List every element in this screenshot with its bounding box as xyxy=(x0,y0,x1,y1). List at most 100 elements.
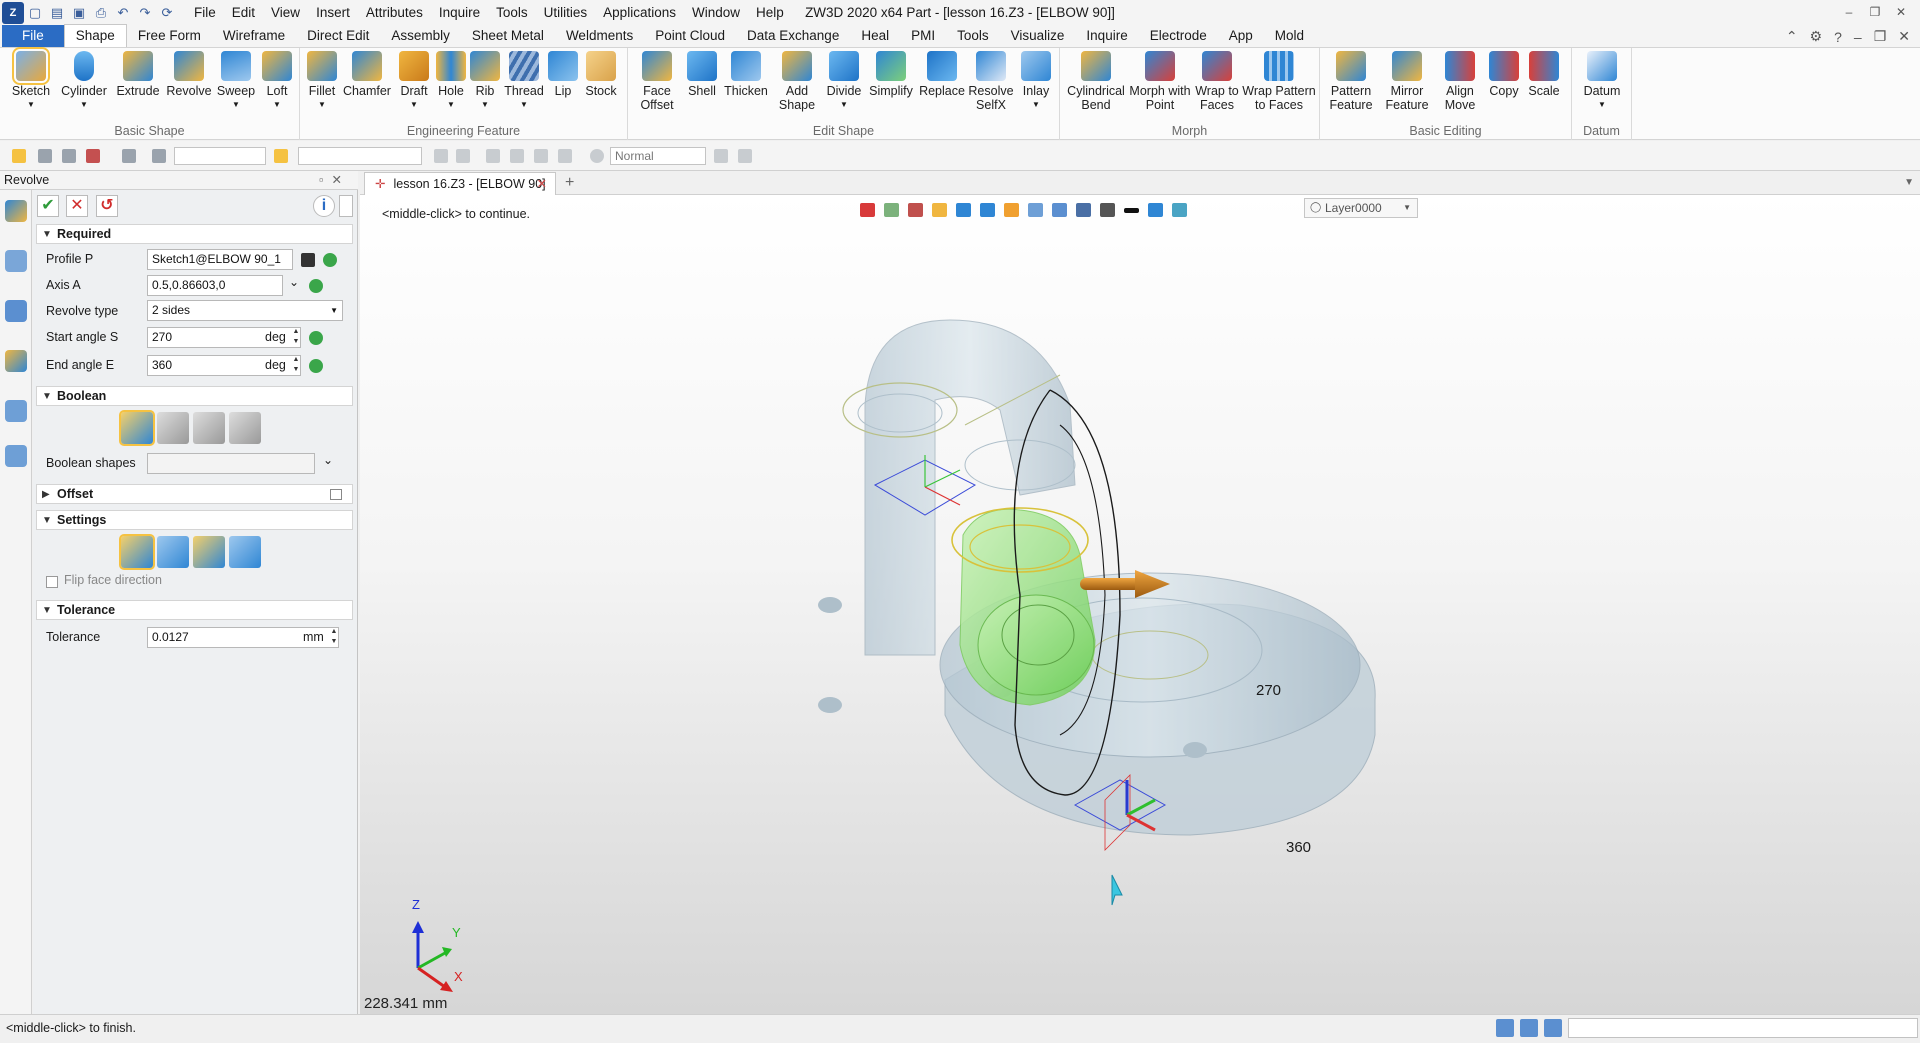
profile-sketch-icon[interactable] xyxy=(301,253,315,267)
revolve-type-select[interactable]: 2 sides ▼ xyxy=(147,300,343,321)
tab-app[interactable]: App xyxy=(1218,25,1264,47)
menu-file[interactable]: File xyxy=(186,0,224,25)
tab-point-cloud[interactable]: Point Cloud xyxy=(644,25,736,47)
help-icon[interactable]: ? xyxy=(1834,29,1842,45)
ok-button[interactable]: ✔ xyxy=(37,195,59,217)
apply-button[interactable]: ↺ xyxy=(96,195,118,217)
filter-combo[interactable] xyxy=(174,147,266,165)
menu-tools[interactable]: Tools xyxy=(488,0,536,25)
doc-close-icon[interactable]: ✕ xyxy=(537,173,547,195)
morph-with-point-button[interactable]: Morph with Point xyxy=(1128,51,1192,112)
tab-visualize[interactable]: Visualize xyxy=(1000,25,1076,47)
tab-heal[interactable]: Heal xyxy=(850,25,900,47)
align-center-icon[interactable] xyxy=(510,149,524,163)
profile-pick-icon[interactable] xyxy=(323,253,337,267)
new-icon[interactable]: ▢ xyxy=(24,3,46,23)
view-manager-icon[interactable] xyxy=(5,400,27,422)
draft-button[interactable]: Draft ▼ xyxy=(396,51,432,112)
filter-box-icon[interactable] xyxy=(86,149,100,163)
tab-sheet-metal[interactable]: Sheet Metal xyxy=(461,25,555,47)
collapse-ribbon-icon[interactable]: ⌃ xyxy=(1786,28,1798,45)
clock-icon[interactable] xyxy=(590,149,604,163)
settings-small-icon[interactable] xyxy=(738,149,752,163)
inlay-button[interactable]: Inlay ▼ xyxy=(1018,51,1054,112)
section-tolerance[interactable]: ▼ Tolerance xyxy=(36,600,353,620)
tab-electrode[interactable]: Electrode xyxy=(1139,25,1218,47)
boolean-remove-icon[interactable] xyxy=(193,412,225,444)
cursor-option-icon[interactable] xyxy=(714,149,728,163)
section-settings[interactable]: ▼ Settings xyxy=(36,510,353,530)
chamfer-button[interactable]: Chamfer xyxy=(342,51,392,98)
tab-free-form[interactable]: Free Form xyxy=(127,25,212,47)
tab-direct-edit[interactable]: Direct Edit xyxy=(296,25,380,47)
sketch-button[interactable]: Sketch ▼ xyxy=(10,47,52,112)
tab-list-icon[interactable]: ▼ xyxy=(1904,171,1914,195)
cylindrical-bend-button[interactable]: Cylindrical Bend xyxy=(1064,51,1128,112)
section-boolean[interactable]: ▼ Boolean xyxy=(36,386,353,406)
stock-button[interactable]: Stock xyxy=(582,51,620,98)
pin-icon[interactable] xyxy=(558,149,572,163)
doc-pin-icon[interactable]: ✛ xyxy=(375,177,385,191)
copy-button[interactable]: Copy xyxy=(1486,51,1522,98)
menu-inquire[interactable]: Inquire xyxy=(431,0,488,25)
pick-remove-icon[interactable] xyxy=(62,149,76,163)
axis-field[interactable]: 0.5,0.86603,0 xyxy=(147,275,283,296)
menu-window[interactable]: Window xyxy=(684,0,748,25)
align-move-button[interactable]: Align Move xyxy=(1438,51,1482,112)
status-list-icon[interactable] xyxy=(1544,1019,1562,1037)
wrap-to-faces-button[interactable]: Wrap to Faces xyxy=(1194,51,1240,112)
cylinder-button[interactable]: Cylinder ▼ xyxy=(60,51,108,112)
repeat-icon[interactable]: ⟳ xyxy=(156,3,178,23)
sweep-button[interactable]: Sweep ▼ xyxy=(216,51,256,112)
loft-button[interactable]: Loft ▼ xyxy=(260,51,294,112)
print-icon[interactable]: ⎙ xyxy=(90,3,112,23)
pick-list-combo[interactable] xyxy=(298,147,422,165)
extrude-button[interactable]: Extrude xyxy=(115,51,161,98)
datum-button[interactable]: Datum ▼ xyxy=(1580,51,1624,112)
thread-button[interactable]: Thread ▼ xyxy=(504,51,544,112)
open-icon[interactable]: ▤ xyxy=(46,3,68,23)
menu-applications[interactable]: Applications xyxy=(595,0,684,25)
tab-data-exchange[interactable]: Data Exchange xyxy=(736,25,850,47)
save-icon[interactable]: ▣ xyxy=(68,3,90,23)
flip-face-checkbox[interactable] xyxy=(46,576,58,588)
settings-option-1-icon[interactable] xyxy=(119,534,155,570)
feature-manager-icon[interactable] xyxy=(5,200,27,222)
new-tab-icon[interactable]: + xyxy=(565,171,574,195)
info-icon[interactable]: i xyxy=(313,195,335,217)
hole-button[interactable]: Hole ▼ xyxy=(434,51,468,112)
tab-weldments[interactable]: Weldments xyxy=(555,25,644,47)
settings-option-3-icon[interactable] xyxy=(193,536,225,568)
tab-tools[interactable]: Tools xyxy=(946,25,1000,47)
section-offset[interactable]: ▶ Offset xyxy=(36,484,353,504)
minimize-doc-icon[interactable]: – xyxy=(1854,29,1862,45)
menu-utilities[interactable]: Utilities xyxy=(536,0,596,25)
menu-view[interactable]: View xyxy=(263,0,308,25)
fillet-button[interactable]: Fillet ▼ xyxy=(304,51,340,112)
assembly-manager-icon[interactable] xyxy=(5,300,27,322)
snap-icon[interactable] xyxy=(434,149,448,163)
command-input[interactable] xyxy=(1568,1018,1918,1038)
start-angle-pick-icon[interactable] xyxy=(309,331,323,345)
3d-viewport[interactable]: <middle-click> to continue. ◯ Layer0000 ▼ xyxy=(360,195,1920,1014)
profile-field[interactable]: Sketch1@ELBOW 90_1 xyxy=(147,249,293,270)
boolean-shapes-field[interactable] xyxy=(147,453,315,474)
axis-pick-icon[interactable] xyxy=(309,279,323,293)
settings-gear-icon[interactable]: ⚙ xyxy=(1810,28,1823,45)
history-manager-icon[interactable] xyxy=(5,250,27,272)
lip-button[interactable]: Lip xyxy=(548,51,578,98)
tab-mold[interactable]: Mold xyxy=(1264,25,1315,47)
dim-label-start[interactable]: 270 xyxy=(1256,682,1281,699)
boolean-add-icon[interactable] xyxy=(157,412,189,444)
wrap-pattern-to-faces-button[interactable]: Wrap Pattern to Faces xyxy=(1242,51,1316,112)
boolean-expand-icon[interactable]: ⌄ xyxy=(323,453,333,467)
add-shape-button[interactable]: Add Shape xyxy=(774,51,820,112)
restore-icon[interactable]: ❐ xyxy=(1862,0,1888,25)
redo-icon[interactable]: ↷ xyxy=(134,3,156,23)
restore-doc-icon[interactable]: ❐ xyxy=(1874,28,1887,45)
settings-option-4-icon[interactable] xyxy=(229,536,261,568)
tab-inquire[interactable]: Inquire xyxy=(1075,25,1138,47)
close-doc-icon[interactable]: ✕ xyxy=(1898,28,1910,45)
boolean-intersect-icon[interactable] xyxy=(229,412,261,444)
tolerance-spinner[interactable]: ▲ ▼ xyxy=(329,627,339,648)
